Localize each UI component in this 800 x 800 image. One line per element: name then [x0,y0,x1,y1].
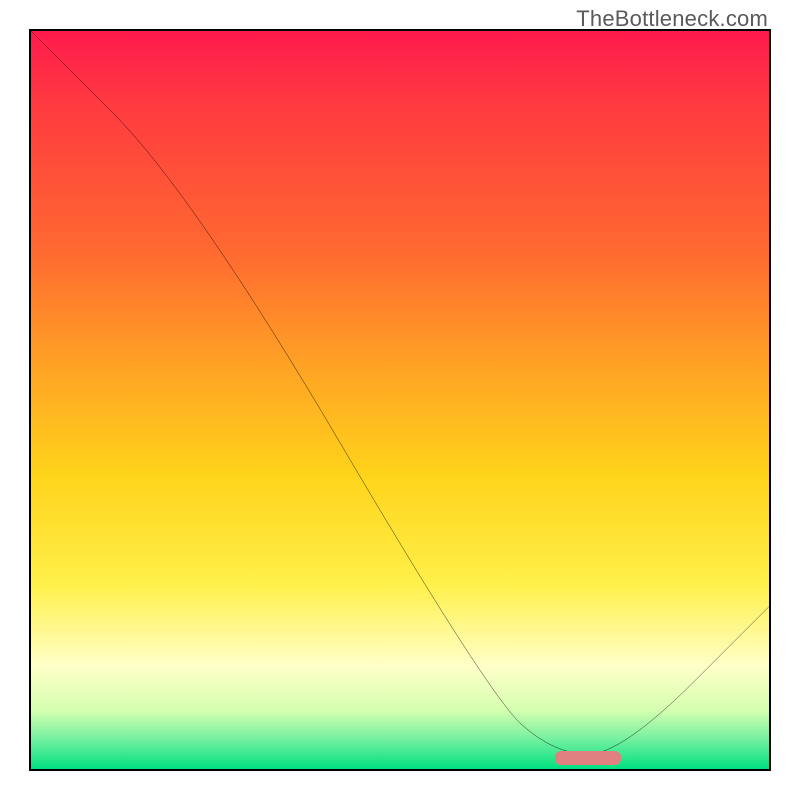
bottleneck-curve [31,31,769,769]
plot-area [29,29,771,771]
chart-container: TheBottleneck.com [0,0,800,800]
optimal-range-marker [555,751,621,765]
